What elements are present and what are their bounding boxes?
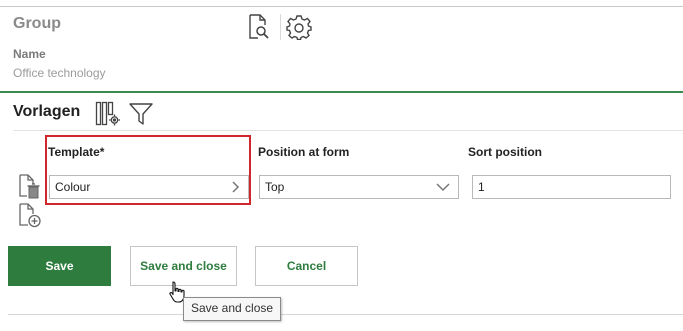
name-value: Office technology [13,66,106,80]
position-value: Top [265,180,285,194]
name-label: Name [13,47,46,61]
table-top-divider [13,130,683,131]
column-header-sort: Sort position [468,145,542,159]
group-title: Group [13,15,61,32]
column-header-position: Position at form [258,145,350,159]
template-selector[interactable]: Colour [49,175,249,199]
chevron-down-icon [436,176,450,204]
section-divider [0,91,683,93]
gear-icon[interactable] [286,14,312,45]
add-document-icon[interactable] [18,203,44,234]
column-settings-icon[interactable] [95,101,121,132]
position-select[interactable]: Top [259,175,459,199]
filter-icon[interactable] [128,101,154,132]
bottom-divider [8,314,683,315]
document-search-icon[interactable] [247,14,271,45]
chevron-right-icon [232,176,240,204]
save-button[interactable]: Save [8,246,111,286]
tooltip: Save and close [183,297,282,321]
template-value: Colour [55,180,91,194]
save-and-close-button[interactable]: Save and close [130,246,237,286]
section-title: Vorlagen [13,103,81,120]
cancel-button[interactable]: Cancel [255,246,358,286]
top-divider [0,6,683,7]
sort-position-input[interactable]: 1 [472,175,671,199]
sort-position-value: 1 [478,180,485,194]
delete-document-icon[interactable] [18,174,44,205]
icon-separator [280,14,281,40]
